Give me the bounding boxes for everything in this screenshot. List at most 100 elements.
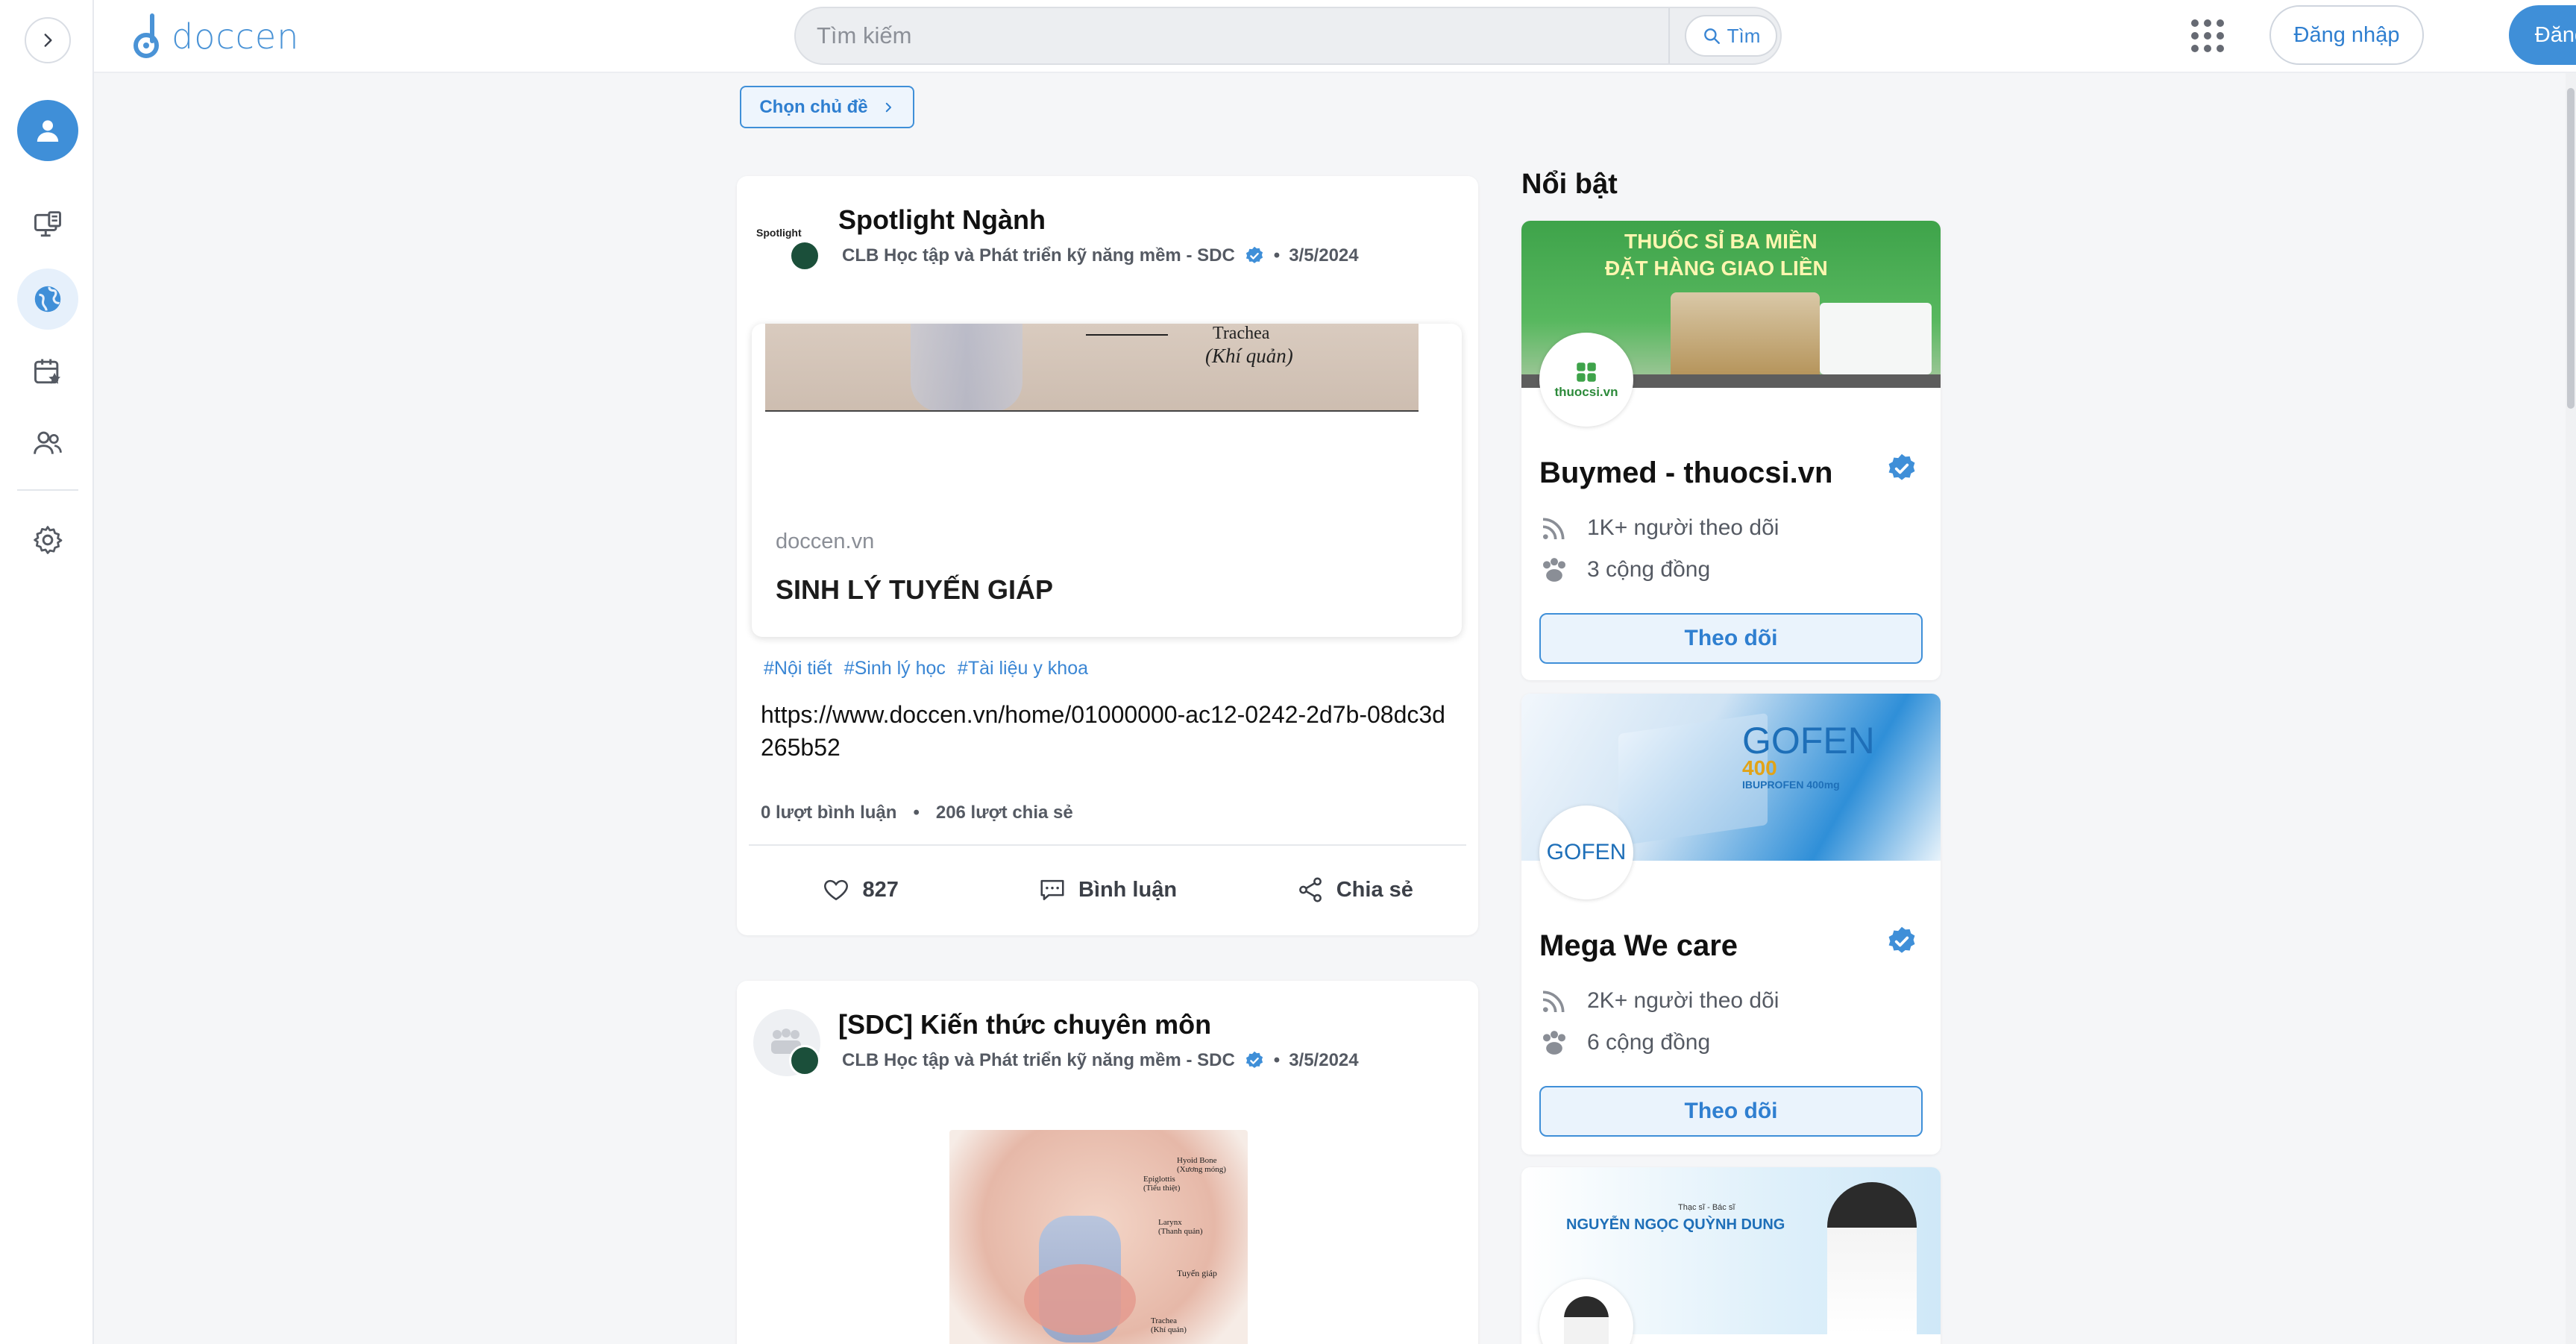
tag-link[interactable]: #Tài liệu y khoa [958,658,1088,679]
followers-count: 1K+ người theo dõi [1587,515,1779,540]
search-button-label: Tìm [1727,24,1761,47]
brand-card: Thạc sĩ - Bác sĩ NGUYỄN NGỌC QUỲNH DUNG [1521,1167,1941,1344]
logo-text: doccen [172,16,300,57]
doccen-logo[interactable]: doccen [133,10,299,63]
label-thyroid: Tuyến giáp [1177,1268,1217,1278]
verified-icon [1888,926,1915,953]
post-divider [749,844,1466,846]
post-body-url[interactable]: https://www.doccen.vn/home/01000000-ac12… [761,698,1454,764]
banner-line-1: Thạc sĩ - Bác sĩ [1678,1203,1735,1212]
tag-link[interactable]: #Nội tiết [764,658,832,679]
search-button[interactable]: Tìm [1685,15,1777,57]
rss-icon [1542,518,1565,540]
doccen-logo-icon [133,13,159,58]
doctor-avatar [1564,1296,1609,1344]
choose-topic-button[interactable]: Chọn chủ đề [740,86,914,128]
preview-image: Trachea (Khí quản) [765,324,1419,412]
sidebar-item-explore[interactable] [17,269,78,330]
post-author[interactable]: CLB Học tập và Phát triển kỹ năng mềm - … [842,1050,1235,1071]
trachea-shape [911,324,1022,412]
follow-button[interactable]: Theo dõi [1539,1086,1923,1137]
sidebar-item-settings[interactable] [17,509,78,571]
sidebar-divider [17,489,78,491]
apps-grid-icon[interactable] [2191,19,2224,52]
post-image-thyroid[interactable]: Hyoid Bone (Xương móng) Epiglottis (Tiểu t… [949,1130,1248,1344]
brand-card: GOFEN 400 IBUPROFEN 400mg GOFEN Mega We … [1521,694,1941,1155]
brand-followers: 2K+ người theo dõi [1539,986,1779,1016]
post-avatar[interactable] [753,1009,820,1076]
image-caption: Trachea [1213,324,1270,343]
choose-topic-label: Chọn chủ đề [759,96,868,117]
preview-domain: doccen.vn [776,530,875,553]
page-scrollbar[interactable] [2566,73,2576,1344]
post-title[interactable]: Spotlight Ngành [838,204,1046,236]
brand-name[interactable]: Buymed - thuocsi.vn [1539,456,1832,490]
avatar-label: Spotlight [756,227,802,239]
calendar-star-icon [34,359,61,384]
meta-dot: • [1273,1050,1281,1070]
sidebar-item-events[interactable] [17,341,78,402]
brand-logo[interactable]: GOFEN [1539,806,1633,899]
search-input[interactable] [817,17,1577,54]
like-button[interactable]: 827 [737,856,984,923]
post-meta: CLB Học tập và Phát triển kỹ năng mềm - … [842,245,1359,266]
brand-communities: 6 cộng đồng [1539,1028,1710,1058]
sidebar-item-community[interactable] [17,412,78,474]
followers-count: 2K+ người theo dõi [1587,988,1779,1013]
search-separator [1668,8,1670,63]
brand-communities: 3 cộng đồng [1539,555,1710,585]
share-count[interactable]: 206 lượt chia sẻ [936,803,1073,823]
post-card: Spotlight Spotlight Ngành CLB Học tập và… [737,176,1478,935]
brand-followers: 1K+ người theo dõi [1539,513,1779,543]
image-edge [765,410,1419,412]
label-larynx: Larynx (Thanh quản) [1158,1218,1203,1236]
thyroid-shape [1024,1264,1136,1335]
post-avatar[interactable]: Spotlight [753,204,820,271]
banner-line-3: IBUPROFEN 400mg [1742,779,1840,791]
brand-logo-text: GOFEN [1546,840,1627,864]
sidebar-toggle-button[interactable] [25,17,71,63]
post-meta: CLB Học tập và Phát triển kỹ năng mềm - … [842,1050,1359,1071]
label-trachea: Trachea (Khí quản) [1151,1316,1187,1334]
label-hyoid: Hyoid Bone (Xương móng) [1177,1156,1226,1174]
post-title[interactable]: [SDC] Kiến thức chuyên môn [838,1009,1211,1040]
share-label: Chia sẻ [1336,877,1413,902]
chevron-right-icon [885,102,891,112]
post-card: [SDC] Kiến thức chuyên môn CLB Học tập v… [737,981,1478,1344]
label-line [1086,334,1168,336]
comment-button[interactable]: Bình luận [984,856,1231,923]
verified-icon [1245,246,1263,263]
author-badge [789,1045,820,1076]
paw-group-icon [1543,558,1565,582]
brand-card: THUỐC SỈ BA MIỀN ĐẶT HÀNG GIAO LIỀN thuo… [1521,221,1941,680]
banner-line-2: ĐẶT HÀNG GIAO LIỀN [1605,257,1828,280]
image-caption-vi: (Khí quản) [1205,345,1293,367]
left-sidebar [0,0,94,1344]
comment-label: Bình luận [1078,877,1178,902]
share-icon [1298,877,1322,902]
follow-button[interactable]: Theo dõi [1539,613,1923,664]
stats-dot: • [913,803,920,823]
heart-icon [824,879,849,901]
scrollbar-thumb[interactable] [2567,88,2575,409]
share-button[interactable]: Chia sẻ [1231,856,1478,923]
brand-logo-text: thuocsi.vn [1554,385,1618,399]
link-preview-card[interactable]: Trachea (Khí quản) doccen.vn SINH LÝ TUY… [752,324,1462,637]
meta-dot: • [1273,245,1281,266]
user-icon [37,120,59,142]
tag-link[interactable]: #Sinh lý học [844,658,946,679]
post-actions: 827 Bình luận Chia sẻ [737,856,1478,923]
sidebar-item-articles[interactable] [17,195,78,257]
banner-line-2: NGUYỄN NGỌC QUỲNH DUNG [1566,1216,1785,1233]
communities-count: 3 cộng đồng [1587,557,1711,582]
login-button[interactable]: Đăng nhập [2269,5,2424,65]
comment-count[interactable]: 0 lượt bình luận [761,803,896,823]
brand-name[interactable]: Mega We care [1539,929,1738,963]
chevron-right-icon [44,34,52,47]
banner-truck [1820,303,1932,374]
register-button[interactable]: Đăng ký [2509,5,2576,65]
profile-avatar-button[interactable] [17,100,78,161]
brand-logo[interactable]: thuocsi.vn [1539,333,1633,427]
post-author[interactable]: CLB Học tập và Phát triển kỹ năng mềm - … [842,245,1235,266]
post-stats: 0 lượt bình luận • 206 lượt chia sẻ [761,803,1073,823]
